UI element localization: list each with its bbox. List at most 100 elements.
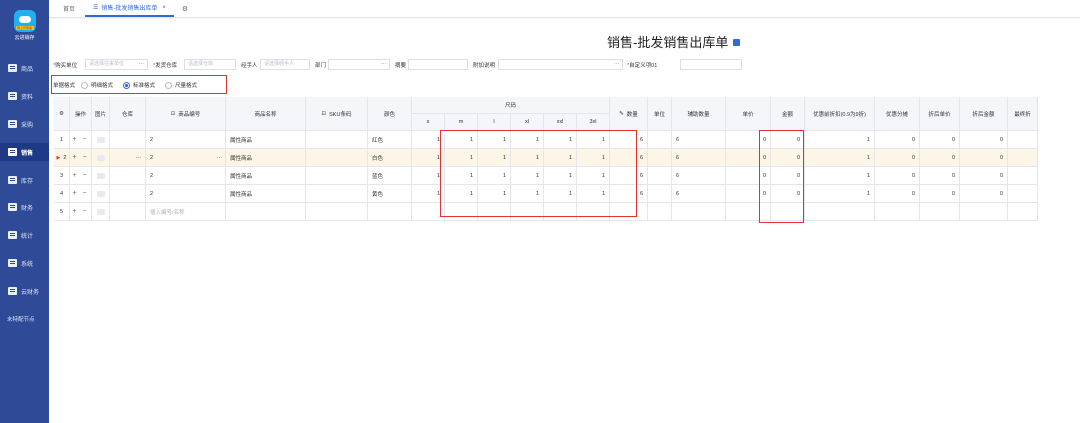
page-title-text: 销售-批发销售出库单 — [607, 35, 729, 50]
empty-cell[interactable] — [226, 203, 306, 221]
row-unit[interactable] — [648, 149, 672, 167]
data-icon — [8, 92, 17, 100]
sidebar-item-2[interactable]: 采购 — [0, 115, 49, 133]
extra-note-input[interactable]: ··· — [498, 59, 623, 70]
empty-cell[interactable] — [920, 203, 960, 221]
row-image[interactable] — [92, 131, 110, 149]
sidebar-item-1[interactable]: 资料 — [0, 87, 49, 105]
row-ops[interactable]: + − — [70, 167, 92, 185]
tab-wholesale-sales[interactable]: ☰ 销售-批发销售出库单 × — [85, 0, 174, 17]
row-discount-price[interactable]: 0 — [920, 167, 960, 185]
row-final-discount — [1008, 167, 1038, 185]
row-image[interactable] — [92, 203, 110, 221]
row-warehouse[interactable] — [110, 131, 146, 149]
handler-label: 经手人 — [241, 63, 258, 69]
row-warehouse[interactable] — [110, 185, 146, 203]
row-ops[interactable]: + − — [70, 185, 92, 203]
header-qty-label: 数量 — [626, 111, 638, 118]
sidebar-item-3[interactable]: 销售 — [0, 143, 49, 161]
row-sku[interactable] — [306, 149, 368, 167]
empty-cell[interactable] — [1008, 203, 1038, 221]
row-discount-price[interactable]: 0 — [920, 149, 960, 167]
row-ops[interactable]: + − — [70, 149, 92, 167]
row-sku[interactable] — [306, 131, 368, 149]
empty-cell[interactable] — [672, 203, 726, 221]
row-ops[interactable]: + − — [70, 131, 92, 149]
sidebar-item-7[interactable]: 系统 — [0, 254, 49, 272]
row-warehouse[interactable]: ··· — [110, 149, 146, 167]
add-remove-row-icon[interactable]: + − — [72, 208, 88, 215]
empty-cell[interactable] — [306, 203, 368, 221]
row-sku[interactable] — [306, 167, 368, 185]
tab-settings[interactable]: ⚙ — [174, 0, 196, 17]
add-remove-row-icon[interactable]: + − — [72, 136, 88, 143]
info-icon[interactable] — [733, 39, 741, 47]
empty-cell[interactable] — [648, 203, 672, 221]
new-row-code-input[interactable]: 插入编号/名称 — [146, 203, 226, 221]
customer-input[interactable]: 请选择往来单位 ··· — [85, 59, 148, 70]
summary-input[interactable] — [408, 59, 468, 70]
row-code[interactable]: 2 ··· — [146, 149, 226, 167]
custom-field-input[interactable] — [680, 59, 742, 70]
row-index: ▶ 2 — [54, 149, 70, 167]
handler-input[interactable]: 请选择经手人 — [260, 59, 310, 70]
sidebar-item-label: 资料 — [21, 94, 34, 101]
empty-cell[interactable] — [875, 203, 920, 221]
row-warehouse[interactable] — [110, 167, 146, 185]
row-unit[interactable] — [648, 167, 672, 185]
sidebar-item-4[interactable]: 库存 — [0, 171, 49, 189]
row-code-value: 2 — [150, 136, 154, 143]
row-pre-discount[interactable]: 1 — [805, 185, 875, 203]
row-sku[interactable] — [306, 185, 368, 203]
add-remove-row-icon[interactable]: + − — [72, 172, 88, 179]
page-title: 销售-批发销售出库单 — [607, 32, 741, 51]
header-pre-discount: 优惠前折扣(0.9为9折) — [805, 97, 875, 131]
gear-icon[interactable]: ⚙ — [59, 111, 64, 117]
list-icon: ☰ — [93, 5, 99, 11]
app-logo[interactable]: 网上管家婆 云进销存 — [6, 10, 43, 42]
more-icon[interactable]: ··· — [217, 155, 223, 161]
warehouse-input[interactable]: 请选择仓库 — [184, 59, 236, 70]
row-pre-discount[interactable]: 1 — [805, 167, 875, 185]
tab-home[interactable]: 首页 — [49, 0, 85, 17]
empty-cell[interactable] — [368, 203, 412, 221]
empty-cell[interactable] — [805, 203, 875, 221]
row-code[interactable]: 2 — [146, 131, 226, 149]
sidebar-item-6[interactable]: 统计 — [0, 226, 49, 244]
row-code[interactable]: 2 — [146, 185, 226, 203]
row-color: 黄色 — [368, 185, 412, 203]
sidebar-item-8[interactable]: 云财务 — [0, 282, 49, 300]
sidebar-extra-link[interactable]: 未特配节点 — [7, 315, 35, 323]
empty-cell[interactable] — [960, 203, 1008, 221]
header-price: 单价 — [726, 97, 771, 131]
edit-icon: ✎ — [619, 110, 624, 117]
dept-label: 部门 — [315, 63, 327, 69]
row-pre-discount[interactable]: 1 — [805, 149, 875, 167]
sidebar-item-label: 系统 — [21, 261, 34, 268]
row-ops[interactable]: + − — [70, 203, 92, 221]
row-unit[interactable] — [648, 131, 672, 149]
add-remove-row-icon[interactable]: + − — [72, 190, 88, 197]
row-discount-share: 0 — [875, 185, 920, 203]
row-discount-price[interactable]: 0 — [920, 185, 960, 203]
sidebar-item-5[interactable]: 财务 — [0, 198, 49, 216]
row-code[interactable]: 2 — [146, 167, 226, 185]
row-unit[interactable] — [648, 185, 672, 203]
sidebar-item-label: 云财务 — [21, 289, 40, 296]
row-image[interactable] — [92, 185, 110, 203]
row-discount-price[interactable]: 0 — [920, 131, 960, 149]
dept-input[interactable]: ··· — [328, 59, 390, 70]
column-settings-header[interactable]: ⚙ — [54, 97, 70, 131]
warehouse-label: *发货仓库 — [153, 63, 178, 69]
sidebar-item-label: 商品 — [21, 66, 34, 73]
row-pre-discount[interactable]: 1 — [805, 131, 875, 149]
add-remove-row-icon[interactable]: + − — [72, 154, 88, 161]
header-size-m: m — [445, 114, 478, 131]
row-image[interactable] — [92, 149, 110, 167]
sidebar-item-0[interactable]: 商品 — [0, 59, 49, 77]
row-image[interactable] — [92, 167, 110, 185]
more-icon[interactable]: ··· — [136, 155, 142, 161]
close-icon[interactable]: × — [162, 5, 166, 11]
row-index: 3 — [54, 167, 70, 185]
row-warehouse[interactable] — [110, 203, 146, 221]
